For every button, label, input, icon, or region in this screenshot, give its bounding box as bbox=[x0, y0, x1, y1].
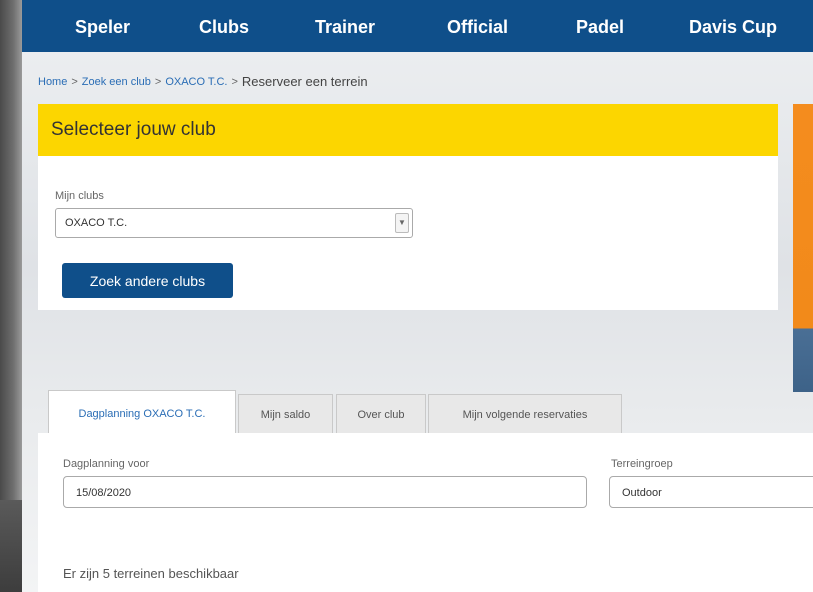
breadcrumb: Home > Zoek een club > OXACO T.C. > Rese… bbox=[38, 74, 368, 89]
nav-item-clubs[interactable]: Clubs bbox=[199, 17, 249, 38]
court-group-label: Terreingroep bbox=[611, 458, 673, 470]
search-other-clubs-button[interactable]: Zoek andere clubs bbox=[62, 263, 233, 298]
breadcrumb-find-club[interactable]: Zoek een club bbox=[82, 76, 151, 88]
selected-club-value: OXACO T.C. bbox=[65, 217, 128, 229]
ad-banner[interactable]: ​ bbox=[793, 104, 813, 392]
availability-text: Er zijn 5 terreinen beschikbaar bbox=[63, 566, 239, 581]
breadcrumb-separator: > bbox=[231, 75, 238, 88]
tab-next-reservations[interactable]: Mijn volgende reservaties bbox=[428, 394, 622, 434]
breadcrumb-separator: > bbox=[71, 75, 78, 88]
breadcrumb-home[interactable]: Home bbox=[38, 76, 67, 88]
nav-item-trainer[interactable]: Trainer bbox=[315, 17, 375, 38]
date-label: Dagplanning voor bbox=[63, 458, 150, 470]
date-input[interactable]: 15/08/2020 bbox=[63, 476, 587, 508]
breadcrumb-club[interactable]: OXACO T.C. bbox=[165, 76, 227, 88]
club-panel-title: Selecteer jouw club bbox=[38, 104, 778, 156]
breadcrumb-separator: > bbox=[154, 75, 162, 88]
nav-item-padel[interactable]: Padel bbox=[576, 17, 624, 38]
day-planning-panel: Dagplanning voor 15/08/2020 Terreingroep… bbox=[38, 433, 813, 592]
breadcrumb-current: Reserveer een terrein bbox=[241, 74, 368, 89]
club-selection-panel: Selecteer jouw club Mijn clubs OXACO T.C… bbox=[38, 104, 778, 310]
tab-day-planning[interactable]: Dagplanning OXACO T.C. bbox=[48, 390, 236, 436]
my-clubs-label: Mijn clubs bbox=[55, 190, 104, 202]
nav-item-davis-cup[interactable]: Davis Cup bbox=[689, 17, 777, 38]
my-clubs-select[interactable]: OXACO T.C. ▼ bbox=[55, 208, 413, 238]
nav-item-speler[interactable]: Speler bbox=[75, 17, 130, 38]
tab-about-club[interactable]: Over club bbox=[336, 394, 426, 434]
top-navigation: Speler Clubs Trainer Official Padel Davi… bbox=[22, 0, 813, 52]
left-background-strip bbox=[0, 0, 22, 592]
court-group-select[interactable]: Outdoor bbox=[609, 476, 813, 508]
tab-my-balance[interactable]: Mijn saldo bbox=[238, 394, 333, 434]
chevron-down-icon[interactable]: ▼ bbox=[395, 213, 409, 233]
nav-item-official[interactable]: Official bbox=[447, 17, 508, 38]
